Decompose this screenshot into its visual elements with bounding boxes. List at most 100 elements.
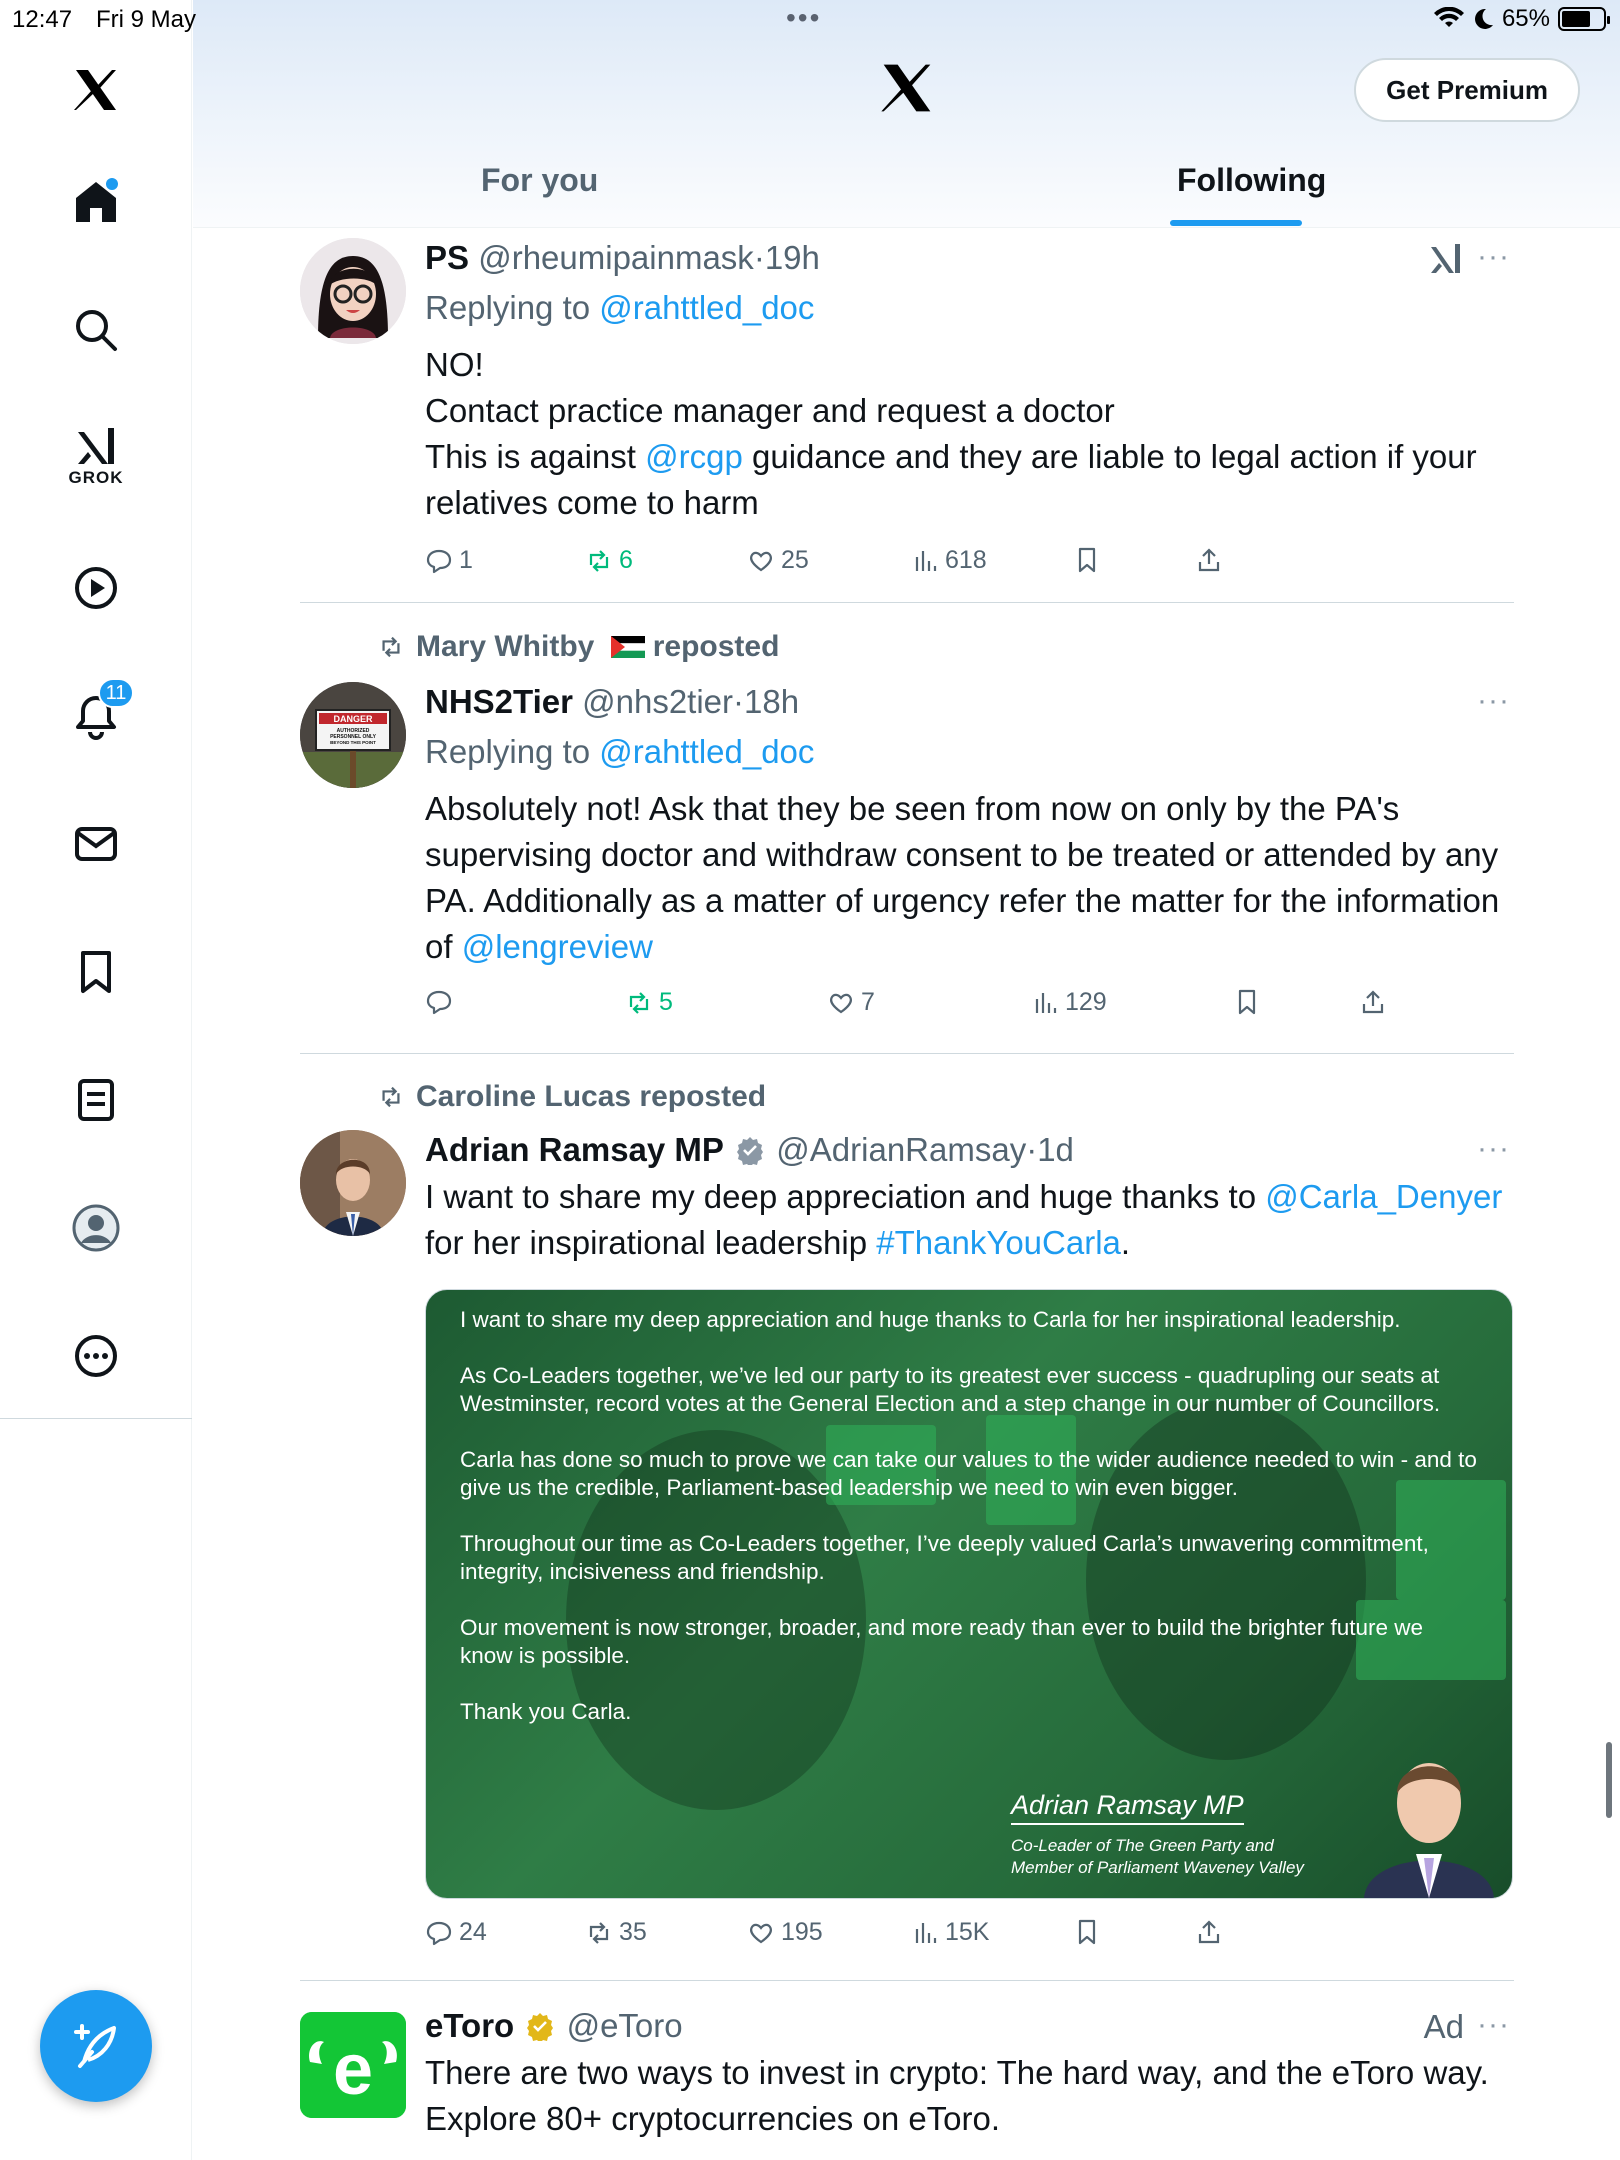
share-button[interactable] bbox=[1359, 988, 1387, 1016]
reply-button[interactable]: 1 bbox=[425, 546, 473, 575]
post[interactable]: DANGER AUTHORIZED PERSONNEL ONLY BEYOND … bbox=[300, 680, 1514, 1000]
status-bar: 12:47 Fri 9 May ••• 65% bbox=[0, 0, 1620, 40]
share-button[interactable] bbox=[1195, 1918, 1223, 1946]
mention-link[interactable]: @Carla_Denyer bbox=[1265, 1178, 1502, 1215]
home-unread-dot bbox=[106, 178, 118, 190]
multitasking-dots-icon[interactable]: ••• bbox=[786, 2, 821, 34]
more-options-icon[interactable]: ··· bbox=[1477, 684, 1510, 718]
scrollbar[interactable] bbox=[1606, 1742, 1612, 1818]
reply-button[interactable]: 24 bbox=[425, 1918, 487, 1947]
repost-icon bbox=[589, 1921, 609, 1944]
share-icon bbox=[1198, 1920, 1220, 1944]
post-time[interactable]: 1d bbox=[1037, 1131, 1074, 1168]
repost-button[interactable]: 35 bbox=[585, 1918, 647, 1947]
tab-for-you[interactable]: For you bbox=[481, 162, 598, 199]
grok-explain-icon[interactable] bbox=[1428, 242, 1464, 278]
repost-button[interactable]: 5 bbox=[625, 988, 673, 1017]
replying-to-link[interactable]: @rahttled_doc bbox=[599, 289, 814, 326]
bookmarks-icon[interactable] bbox=[66, 942, 126, 1002]
author-handle[interactable]: @rheumipainmask bbox=[478, 239, 754, 276]
avatar[interactable] bbox=[300, 1130, 406, 1236]
profile-icon[interactable] bbox=[66, 1198, 126, 1258]
search-icon[interactable] bbox=[66, 300, 126, 360]
author-name[interactable]: NHS2Tier bbox=[425, 683, 573, 720]
svg-text:BEYOND THIS POINT: BEYOND THIS POINT bbox=[330, 740, 376, 745]
grok-label: GROK bbox=[68, 468, 124, 487]
etoro-logo[interactable]: e bbox=[300, 2012, 406, 2118]
post-time[interactable]: 18h bbox=[744, 683, 799, 720]
views-button[interactable]: 15K bbox=[911, 1918, 989, 1947]
reply-icon bbox=[426, 549, 452, 573]
author-name[interactable]: Adrian Ramsay MP bbox=[425, 1131, 724, 1168]
heart-icon bbox=[750, 1923, 772, 1943]
grok-icon[interactable]: GROK bbox=[66, 420, 126, 487]
bookmark-icon bbox=[1238, 989, 1256, 1015]
like-button[interactable]: 7 bbox=[827, 988, 875, 1017]
views-button[interactable]: 129 bbox=[1031, 988, 1107, 1017]
notifications-icon[interactable]: 11 bbox=[66, 678, 134, 746]
palestine-flag-icon bbox=[610, 636, 645, 658]
reposted-by-line[interactable]: Mary Whitby reposted bbox=[376, 630, 779, 664]
messages-icon[interactable] bbox=[66, 814, 126, 874]
more-icon[interactable] bbox=[66, 1326, 126, 1386]
status-date: Fri 9 May bbox=[96, 6, 197, 33]
more-options-icon[interactable]: ··· bbox=[1477, 240, 1510, 274]
post-separator bbox=[300, 602, 1514, 603]
mention-link[interactable]: @rcgp bbox=[645, 438, 743, 475]
author-handle[interactable]: @nhs2tier bbox=[582, 683, 733, 720]
home-icon[interactable] bbox=[66, 172, 126, 232]
replying-to-link[interactable]: @rahttled_doc bbox=[599, 733, 814, 770]
post-text: NO! Contact practice manager and request… bbox=[425, 346, 1477, 521]
post-text: Absolutely not! Ask that they be seen fr… bbox=[425, 790, 1500, 965]
replying-to-label: Replying to bbox=[425, 733, 591, 770]
share-button[interactable] bbox=[1195, 546, 1223, 574]
media-text: I want to share my deep appreciation and… bbox=[460, 1307, 1477, 1724]
more-options-icon[interactable]: ··· bbox=[1477, 1132, 1510, 1166]
compose-button[interactable] bbox=[40, 1990, 152, 2102]
reply-button[interactable] bbox=[425, 988, 459, 1016]
views-chart-icon bbox=[1035, 992, 1057, 1013]
hashtag-link[interactable]: #ThankYouCarla bbox=[876, 1224, 1121, 1261]
bookmark-button[interactable] bbox=[1233, 988, 1261, 1016]
sidebar: GROK 11 bbox=[0, 0, 192, 2160]
post[interactable]: Adrian Ramsay MP @AdrianRamsay·1d I want… bbox=[300, 1128, 1514, 1261]
bookmark-button[interactable] bbox=[1073, 546, 1101, 574]
x-logo-icon[interactable] bbox=[879, 60, 935, 116]
author-name[interactable]: eToro bbox=[425, 2007, 514, 2044]
repost-button[interactable]: 6 bbox=[585, 546, 633, 575]
tab-following[interactable]: Following bbox=[1177, 162, 1326, 199]
replying-to-label: Replying to bbox=[425, 289, 591, 326]
post-time[interactable]: 19h bbox=[765, 239, 820, 276]
video-icon[interactable] bbox=[66, 558, 126, 618]
more-options-icon[interactable]: ··· bbox=[1477, 2008, 1510, 2042]
mention-link[interactable]: @lengreview bbox=[462, 928, 653, 965]
get-premium-button[interactable]: Get Premium bbox=[1354, 58, 1580, 122]
like-button[interactable]: 195 bbox=[747, 1918, 823, 1947]
verified-badge-icon bbox=[737, 1137, 764, 1165]
post-media-image[interactable]: I want to share my deep appreciation and… bbox=[425, 1289, 1513, 1899]
ad-post[interactable]: e eToro @eToro There are two ways to inv… bbox=[300, 2004, 1514, 2160]
avatar[interactable]: DANGER AUTHORIZED PERSONNEL ONLY BEYOND … bbox=[300, 682, 406, 788]
reposted-by-line[interactable]: Caroline Lucas reposted bbox=[376, 1080, 766, 1114]
bookmark-button[interactable] bbox=[1073, 1918, 1101, 1946]
battery-icon bbox=[1558, 7, 1610, 31]
repost-icon bbox=[589, 549, 609, 572]
avatar[interactable] bbox=[300, 238, 406, 344]
author-handle[interactable]: @eToro bbox=[567, 2007, 683, 2044]
reply-icon bbox=[426, 1921, 452, 1945]
views-button[interactable]: 618 bbox=[911, 546, 987, 575]
lists-icon[interactable] bbox=[66, 1070, 126, 1130]
views-chart-icon bbox=[915, 550, 937, 571]
x-logo-icon[interactable] bbox=[66, 60, 126, 120]
post-actions: 24 35 195 15K bbox=[425, 1918, 1515, 1958]
bookmark-icon bbox=[1078, 547, 1096, 573]
media-portrait bbox=[1364, 1763, 1494, 1898]
heart-icon bbox=[830, 993, 852, 1013]
post[interactable]: PS @rheumipainmask·19h Replying to @raht… bbox=[300, 236, 1514, 586]
ad-label: Ad bbox=[1423, 2008, 1464, 2045]
author-handle[interactable]: @AdrianRamsay bbox=[776, 1131, 1026, 1168]
repost-icon bbox=[382, 636, 400, 658]
like-button[interactable]: 25 bbox=[747, 546, 809, 575]
post-media-container: I want to share my deep appreciation and… bbox=[300, 1289, 1514, 1901]
author-name[interactable]: PS bbox=[425, 239, 469, 276]
